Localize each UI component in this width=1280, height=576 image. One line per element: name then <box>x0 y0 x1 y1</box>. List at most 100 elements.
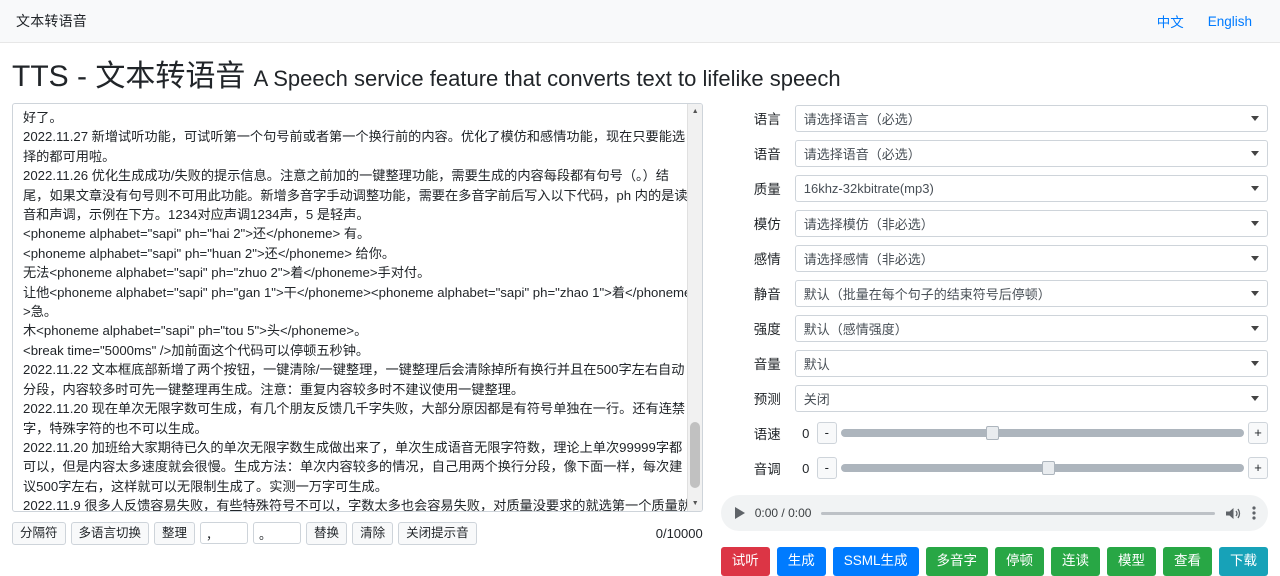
nav-link-chinese[interactable]: 中文 <box>1145 11 1196 31</box>
select-language[interactable]: 请选择语言（必选） <box>794 104 1268 132</box>
chevron-down-icon <box>1251 115 1259 121</box>
editor-scrollbar[interactable]: ▲ ▼ <box>686 104 702 511</box>
scroll-up-icon[interactable]: ▲ <box>688 104 702 119</box>
scrollbar-thumb[interactable] <box>689 422 700 488</box>
chevron-down-icon <box>1251 325 1259 331</box>
select-silence-value: 默认（批量在每个句子的结束符号后停顿） <box>803 286 1051 302</box>
select-intensity[interactable]: 默认（感情强度） <box>794 314 1268 342</box>
setting-row-imitation: 模仿 请选择模仿（非必选） <box>721 209 1268 237</box>
editor-column: 好了。 2022.11.27 新增试听功能，可试听第一个句号前或者第一个换行前的… <box>12 103 703 576</box>
nav-link-english[interactable]: English <box>1196 14 1264 29</box>
text-input-content[interactable]: 好了。 2022.11.27 新增试听功能，可试听第一个句号前或者第一个换行前的… <box>13 104 702 511</box>
audio-player[interactable]: 0:00 / 0:00 <box>720 495 1268 531</box>
audio-time: 0:00 / 0:00 <box>754 506 812 520</box>
action-buttons: 试听 生成 SSML生成 多音字 停顿 连读 模型 查看 下载 <box>720 547 1268 576</box>
setting-row-voice: 语音 请选择语音（必选） <box>721 139 1268 167</box>
page-title: TTS - 文本转语音 A Speech service feature tha… <box>0 43 1280 103</box>
select-intensity-value: 默认（感情强度） <box>803 321 908 337</box>
replace-button[interactable]: 替换 <box>306 521 348 545</box>
setting-row-silence: 静音 默认（批量在每个句子的结束符号后停顿） <box>721 279 1268 307</box>
select-volume-value: 默认 <box>803 356 830 372</box>
organize-button[interactable]: 整理 <box>154 521 196 545</box>
volume-icon[interactable] <box>1225 506 1242 521</box>
chevron-down-icon <box>1251 255 1259 261</box>
close-tip-sound-button[interactable]: 关闭提示音 <box>398 521 477 545</box>
select-emotion-value: 请选择感情（非必选） <box>803 251 934 267</box>
main-content: 好了。 2022.11.27 新增试听功能，可试听第一个句号前或者第一个换行前的… <box>0 103 1280 576</box>
slider-row-pitch: 音调 0 - + <box>721 455 1268 481</box>
pause-button[interactable]: 停顿 <box>995 547 1044 576</box>
label-volume: 音量 <box>753 357 781 372</box>
pitch-slider-knob[interactable] <box>1042 461 1056 475</box>
text-input-area[interactable]: 好了。 2022.11.27 新增试听功能，可试听第一个句号前或者第一个换行前的… <box>12 103 703 512</box>
clear-button[interactable]: 清除 <box>352 521 394 545</box>
label-emotion: 感情 <box>753 252 781 267</box>
liaison-button[interactable]: 连读 <box>1051 547 1100 576</box>
character-counter: 0/10000 <box>655 525 703 541</box>
view-button[interactable]: 查看 <box>1163 547 1212 576</box>
separator-button[interactable]: 分隔符 <box>12 521 66 545</box>
setting-row-volume: 音量 默认 <box>721 349 1268 377</box>
page-subtitle: A Speech service feature that converts t… <box>253 66 841 91</box>
label-prediction: 预测 <box>753 392 781 407</box>
label-speed: 语速 <box>753 427 781 442</box>
select-volume[interactable]: 默认 <box>794 349 1268 377</box>
select-prediction-value: 关闭 <box>803 391 830 407</box>
pitch-increase-button[interactable]: + <box>1248 457 1268 479</box>
select-silence[interactable]: 默认（批量在每个句子的结束符号后停顿） <box>794 279 1268 307</box>
scroll-down-icon[interactable]: ▼ <box>688 496 702 511</box>
speed-slider-track[interactable] <box>840 426 1244 440</box>
generate-button[interactable]: 生成 <box>776 547 826 576</box>
chevron-down-icon <box>1251 395 1259 401</box>
polyphone-button[interactable]: 多音字 <box>925 547 988 576</box>
select-voice-value: 请选择语音（必选） <box>803 146 921 162</box>
chevron-down-icon <box>1251 220 1259 226</box>
setting-row-prediction: 预测 关闭 <box>721 384 1268 412</box>
select-imitation-value: 请选择模仿（非必选） <box>803 216 934 232</box>
label-voice: 语音 <box>753 147 781 162</box>
label-imitation: 模仿 <box>753 217 781 232</box>
find-input[interactable] <box>200 522 249 544</box>
replace-input[interactable] <box>253 522 302 544</box>
label-language: 语言 <box>753 112 781 127</box>
audio-progress-track[interactable] <box>821 511 1215 515</box>
settings-column: 语言 请选择语言（必选） 语音 请选择语音（必选） 质量 16khz-32kbi… <box>720 103 1268 576</box>
chevron-down-icon <box>1251 360 1259 366</box>
select-prediction[interactable]: 关闭 <box>794 384 1268 412</box>
label-intensity: 强度 <box>753 322 781 337</box>
more-options-icon[interactable] <box>1252 505 1256 521</box>
select-quality[interactable]: 16khz-32kbitrate(mp3) <box>794 174 1268 202</box>
multi-language-switch-button[interactable]: 多语言切换 <box>70 521 150 545</box>
speed-value: 0 <box>802 425 810 441</box>
label-pitch: 音调 <box>753 462 781 477</box>
chevron-down-icon <box>1251 185 1259 191</box>
pitch-slider-track[interactable] <box>840 461 1244 475</box>
select-quality-value: 16khz-32kbitrate(mp3) <box>803 180 934 196</box>
setting-row-language: 语言 请选择语言（必选） <box>721 104 1268 132</box>
label-quality: 质量 <box>753 182 781 197</box>
speed-slider-knob[interactable] <box>985 426 999 440</box>
select-language-value: 请选择语言（必选） <box>803 111 921 127</box>
pitch-decrease-button[interactable]: - <box>816 457 837 479</box>
model-button[interactable]: 模型 <box>1107 547 1156 576</box>
ssml-generate-button[interactable]: SSML生成 <box>832 547 919 576</box>
navbar-brand[interactable]: 文本转语音 <box>16 11 87 31</box>
pitch-value: 0 <box>802 460 810 476</box>
select-imitation[interactable]: 请选择模仿（非必选） <box>794 209 1268 237</box>
editor-toolbar: 分隔符 多语言切换 整理 替换 清除 关闭提示音 0/10000 <box>12 520 703 546</box>
slider-row-speed: 语速 0 - + <box>721 420 1268 446</box>
speed-increase-button[interactable]: + <box>1248 422 1268 444</box>
preview-button[interactable]: 试听 <box>720 547 770 576</box>
speed-decrease-button[interactable]: - <box>816 422 837 444</box>
play-icon[interactable] <box>734 507 745 519</box>
navbar: 文本转语音 中文 English <box>0 0 1280 43</box>
chevron-down-icon <box>1251 290 1259 296</box>
select-voice[interactable]: 请选择语音（必选） <box>794 139 1268 167</box>
label-silence: 静音 <box>753 287 781 302</box>
setting-row-intensity: 强度 默认（感情强度） <box>721 314 1268 342</box>
download-button[interactable]: 下载 <box>1219 547 1268 576</box>
page-title-main: TTS - 文本转语音 <box>12 60 246 93</box>
select-emotion[interactable]: 请选择感情（非必选） <box>794 244 1268 272</box>
chevron-down-icon <box>1251 150 1259 156</box>
setting-row-quality: 质量 16khz-32kbitrate(mp3) <box>721 174 1268 202</box>
